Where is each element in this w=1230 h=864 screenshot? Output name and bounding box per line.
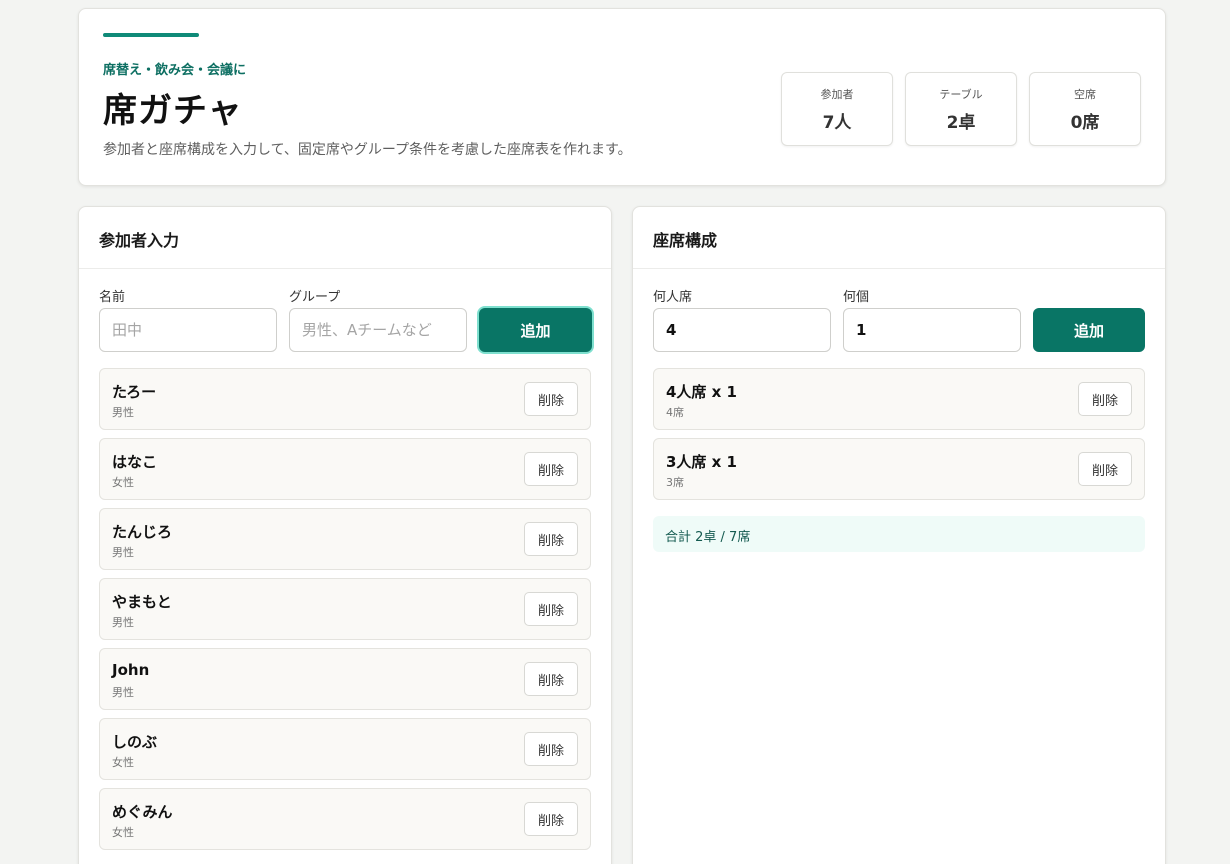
- participant-name: やまもと: [112, 593, 172, 611]
- delete-participant-button[interactable]: 削除: [524, 732, 578, 766]
- stat-value: 7人: [822, 113, 852, 133]
- participant-name: たろー: [112, 383, 157, 401]
- stat-empty-seats: 空席 0席: [1029, 72, 1141, 146]
- stat-label: 空席: [1074, 88, 1096, 101]
- add-participant-button[interactable]: 追加: [479, 308, 592, 352]
- participant-group: 男性: [112, 616, 134, 629]
- seats-label: 何人席: [653, 290, 693, 305]
- participant-group: 女性: [112, 826, 134, 839]
- table-name: 3人席 x 1: [666, 453, 737, 471]
- table-item: 4人席 x 1 4席 削除: [653, 368, 1145, 430]
- table-seats: 4席: [666, 406, 684, 419]
- header-card: 席替え・飲み会・会議に 席ガチャ 参加者と座席構成を入力して、固定席やグループ条…: [78, 8, 1166, 186]
- stat-label: 参加者: [820, 88, 854, 101]
- participant-item: たろー 男性 削除: [99, 368, 591, 430]
- table-seats: 3席: [666, 476, 684, 489]
- participant-group: 男性: [112, 546, 134, 559]
- group-input[interactable]: [289, 308, 467, 352]
- panel-header: 座席構成: [633, 207, 1165, 269]
- participant-item: John 男性 削除: [99, 648, 591, 710]
- accent-bar: [103, 33, 199, 37]
- table-item: 3人席 x 1 3席 削除: [653, 438, 1145, 500]
- participant-group: 男性: [112, 406, 134, 419]
- stat-label: テーブル: [939, 88, 983, 101]
- panel-title: 参加者入力: [99, 231, 180, 250]
- app-title: 席ガチャ: [103, 91, 243, 131]
- participant-name: めぐみん: [112, 803, 173, 821]
- delete-participant-button[interactable]: 削除: [524, 522, 578, 556]
- eyebrow-text: 席替え・飲み会・会議に: [103, 63, 247, 78]
- participant-item: たんじろ 男性 削除: [99, 508, 591, 570]
- stat-participants: 参加者 7人: [781, 72, 893, 146]
- participant-list: たろー 男性 削除 はなこ 女性 削除 たんじろ 男性 削除 やまもと 男性 削…: [99, 368, 591, 858]
- group-label: グループ: [289, 290, 341, 305]
- participant-item: やまもと 男性 削除: [99, 578, 591, 640]
- seating-summary: 合計 2卓 / 7席: [653, 516, 1145, 552]
- participant-group: 男性: [112, 686, 134, 699]
- delete-participant-button[interactable]: 削除: [524, 382, 578, 416]
- add-table-button[interactable]: 追加: [1033, 308, 1145, 352]
- name-input[interactable]: [99, 308, 277, 352]
- seating-panel: 座席構成 何人席 何個 追加 4人席 x 1 4席 削除 3人席 x 1 3席 …: [632, 206, 1166, 864]
- app-description: 参加者と座席構成を入力して、固定席やグループ条件を考慮した座席表を作れます。: [103, 142, 632, 158]
- participant-item: しのぶ 女性 削除: [99, 718, 591, 780]
- table-list: 4人席 x 1 4席 削除 3人席 x 1 3席 削除: [653, 368, 1145, 508]
- participant-name: はなこ: [112, 453, 158, 471]
- panel-header: 参加者入力: [79, 207, 611, 269]
- delete-participant-button[interactable]: 削除: [524, 452, 578, 486]
- participant-item: はなこ 女性 削除: [99, 438, 591, 500]
- participant-item: めぐみん 女性 削除: [99, 788, 591, 850]
- participant-group: 女性: [112, 476, 134, 489]
- stat-tables: テーブル 2卓: [905, 72, 1017, 146]
- table-count-input[interactable]: [843, 308, 1021, 352]
- count-label: 何個: [843, 290, 870, 305]
- participant-name: たんじろ: [112, 523, 173, 541]
- seats-per-table-input[interactable]: [653, 308, 831, 352]
- delete-table-button[interactable]: 削除: [1078, 382, 1132, 416]
- delete-table-button[interactable]: 削除: [1078, 452, 1132, 486]
- participant-name: しのぶ: [112, 733, 158, 751]
- delete-participant-button[interactable]: 削除: [524, 662, 578, 696]
- delete-participant-button[interactable]: 削除: [524, 802, 578, 836]
- delete-participant-button[interactable]: 削除: [524, 592, 578, 626]
- participants-panel: 参加者入力 名前 グループ 追加 たろー 男性 削除 はなこ 女性 削除 たんじ…: [78, 206, 612, 864]
- stat-value: 2卓: [946, 113, 976, 133]
- name-label: 名前: [99, 290, 126, 305]
- panel-title: 座席構成: [653, 231, 718, 250]
- stat-value: 0席: [1070, 113, 1100, 133]
- participant-group: 女性: [112, 756, 134, 769]
- table-name: 4人席 x 1: [666, 383, 737, 401]
- participant-name: John: [112, 661, 150, 679]
